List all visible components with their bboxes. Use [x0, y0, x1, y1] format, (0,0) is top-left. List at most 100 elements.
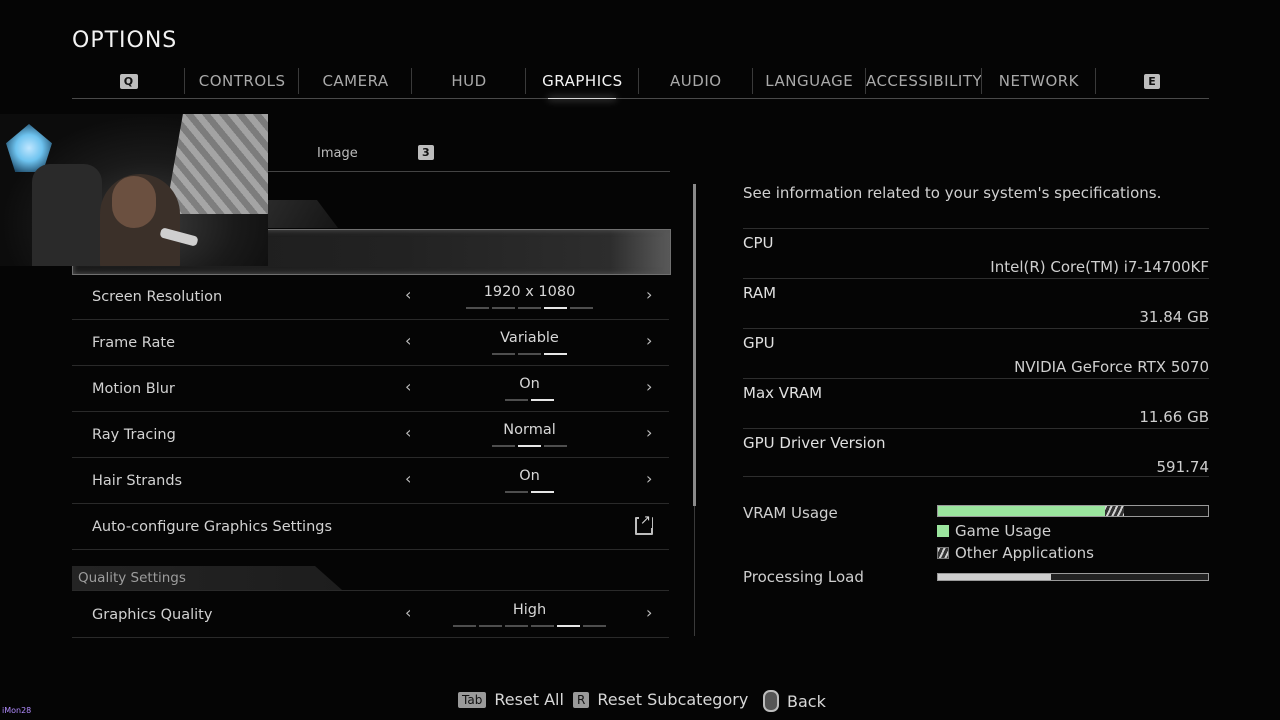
legend-other: Other Applications — [937, 544, 1094, 562]
chevron-left-icon[interactable]: ‹ — [405, 603, 411, 622]
spec-value: NVIDIA GeForce RTX 5070 — [1014, 358, 1209, 376]
other-apps-swatch-icon — [937, 547, 949, 559]
tab-hud[interactable]: HUD — [412, 64, 527, 98]
setting-label: Ray Tracing — [92, 426, 176, 443]
setting-row-ray-tracing[interactable]: Ray Tracing ‹ Normal › — [72, 412, 669, 458]
spec-value: Intel(R) Core(TM) i7-14700KF — [990, 258, 1209, 276]
system-specs: CPU Intel(R) Core(TM) i7-14700KF RAM 31.… — [743, 228, 1209, 478]
reset-all-label: Reset All — [494, 690, 564, 709]
streamer-head — [112, 176, 156, 228]
vram-usage-label: VRAM Usage — [743, 504, 838, 522]
chevron-right-icon[interactable]: › — [646, 331, 652, 350]
chevron-left-icon[interactable]: ‹ — [405, 469, 411, 488]
setting-label: Graphics Quality — [92, 606, 213, 623]
quality-header-label: Quality Settings — [78, 570, 186, 586]
chevron-right-icon[interactable]: › — [646, 469, 652, 488]
tab-camera[interactable]: CAMERA — [299, 64, 413, 98]
quality-divider — [72, 590, 669, 591]
setting-value: Normal — [503, 422, 556, 438]
setting-row-auto-configure[interactable]: Auto-configure Graphics Settings — [72, 504, 669, 550]
spec-value: 591.74 — [1156, 458, 1210, 476]
back-button[interactable]: Back — [763, 690, 826, 712]
spec-value: 11.66 GB — [1139, 408, 1209, 426]
processing-load-bar — [937, 573, 1209, 581]
reset-subcategory-button[interactable]: R Reset Subcategory — [573, 690, 748, 709]
corner-watermark: iMon28 — [2, 706, 31, 715]
scrollbar-track[interactable] — [694, 506, 695, 636]
processing-load-fill — [938, 574, 1052, 580]
pip-segment — [504, 491, 528, 493]
legend-game: Game Usage — [937, 522, 1051, 540]
setting-row-screen-resolution[interactable]: Screen Resolution ‹ 1920 x 1080 › — [72, 274, 669, 320]
chevron-left-icon[interactable]: ‹ — [405, 423, 411, 442]
pip-segment — [491, 353, 515, 355]
footer-prompts: Tab Reset All R Reset Subcategory Back — [0, 690, 1280, 712]
game-usage-swatch-icon — [937, 525, 949, 537]
subtab-key-icon: 3 — [418, 145, 434, 160]
page-title: OPTIONS — [72, 28, 178, 53]
quality-settings-header: Quality Settings — [72, 566, 342, 590]
pip-segment — [543, 445, 567, 447]
option-pips — [504, 491, 554, 493]
reset-subcategory-label: Reset Subcategory — [597, 690, 749, 709]
setting-row-frame-rate[interactable]: Frame Rate ‹ Variable › — [72, 320, 669, 366]
option-pips — [465, 307, 593, 309]
setting-label: Screen Resolution — [92, 288, 223, 305]
chevron-left-icon[interactable]: ‹ — [405, 331, 411, 350]
spec-key: GPU — [743, 334, 775, 352]
setting-row-graphics-quality[interactable]: Graphics Quality ‹ High › — [72, 592, 669, 638]
spec-gpu: GPU NVIDIA GeForce RTX 5070 — [743, 328, 1209, 378]
tab-language[interactable]: LANGUAGE — [753, 64, 867, 98]
chevron-left-icon[interactable]: ‹ — [405, 377, 411, 396]
setting-value: On — [519, 468, 540, 484]
tab-prev-key[interactable]: Q — [72, 64, 186, 98]
e-key-icon: E — [1144, 73, 1161, 89]
spec-driver-version: GPU Driver Version 591.74 — [743, 428, 1209, 478]
pip-segment — [504, 625, 528, 627]
q-key-icon: Q — [119, 73, 138, 89]
chevron-right-icon[interactable]: › — [646, 423, 652, 442]
chevron-left-icon[interactable]: ‹ — [405, 285, 411, 304]
spec-max-vram: Max VRAM 11.66 GB — [743, 378, 1209, 428]
pip-segment — [530, 491, 554, 493]
setting-label: Frame Rate — [92, 334, 176, 351]
chevron-right-icon[interactable]: › — [646, 285, 652, 304]
legend-game-label: Game Usage — [955, 522, 1052, 540]
tab-audio[interactable]: AUDIO — [639, 64, 753, 98]
subtab-image[interactable]: Image — [317, 146, 358, 161]
pip-segment — [543, 307, 567, 309]
tab-bar: Q CONTROLS CAMERA HUD GRAPHICS AUDIO LAN… — [72, 64, 1209, 99]
setting-label: Hair Strands — [92, 472, 183, 489]
mouse-icon — [763, 690, 779, 712]
r-key-icon: R — [573, 691, 590, 708]
spec-value: 31.84 GB — [1139, 308, 1209, 326]
external-link-icon[interactable] — [635, 513, 653, 535]
pip-segment — [556, 625, 580, 627]
scrollbar-thumb[interactable] — [693, 184, 696, 506]
setting-row-hair-strands[interactable]: Hair Strands ‹ On › — [72, 458, 669, 504]
reset-all-button[interactable]: Tab Reset All — [458, 690, 564, 709]
spec-cpu: CPU Intel(R) Core(TM) i7-14700KF — [743, 228, 1209, 278]
tab-next-key[interactable]: E — [1096, 64, 1209, 98]
chevron-right-icon[interactable]: › — [646, 603, 652, 622]
pip-segment — [504, 399, 528, 401]
tab-controls[interactable]: CONTROLS — [185, 64, 300, 98]
pip-segment — [478, 625, 502, 627]
pip-segment — [452, 625, 476, 627]
setting-label: Motion Blur — [92, 380, 175, 397]
tab-graphics[interactable]: GRAPHICS — [526, 64, 640, 99]
spec-ram: RAM 31.84 GB — [743, 278, 1209, 328]
option-pips — [452, 625, 606, 627]
subtab-divider — [268, 171, 670, 172]
vram-usage-bar — [937, 505, 1209, 517]
webcam-overlay — [0, 114, 268, 266]
chevron-right-icon[interactable]: › — [646, 377, 652, 396]
corner-tag-name: iMon28 — [2, 706, 32, 715]
setting-row-motion-blur[interactable]: Motion Blur ‹ On › — [72, 366, 669, 412]
tab-accessibility[interactable]: ACCESSIBILITY — [866, 64, 983, 98]
info-description: See information related to your system's… — [743, 184, 1162, 202]
setting-value: Variable — [500, 330, 559, 346]
tab-network[interactable]: NETWORK — [982, 64, 1097, 98]
tab-key-icon: Tab — [458, 691, 487, 708]
pip-segment — [517, 307, 541, 309]
